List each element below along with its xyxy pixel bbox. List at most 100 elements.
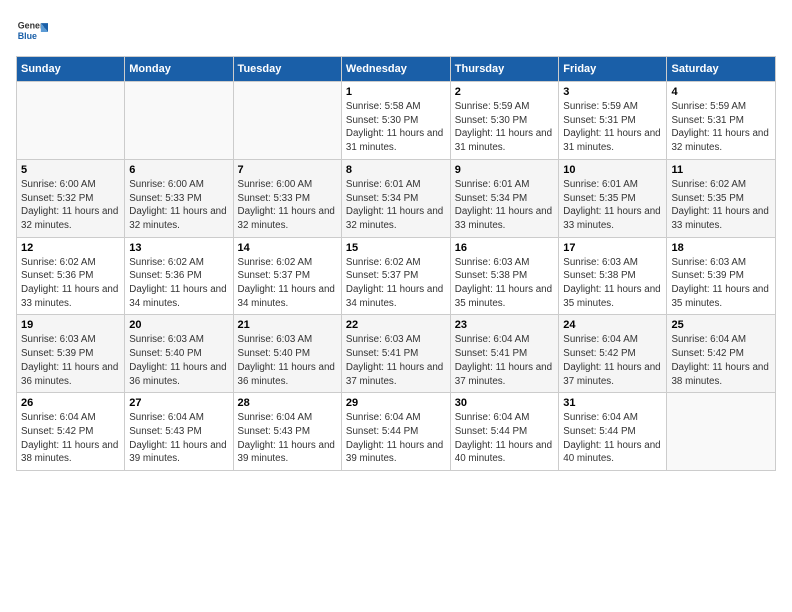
day-info: Sunrise: 6:02 AM Sunset: 5:35 PM Dayligh… xyxy=(671,178,771,233)
calendar-cell: 24 Sunrise: 6:04 AM Sunset: 5:42 PM Dayli… xyxy=(559,315,667,393)
calendar-cell: 2 Sunrise: 5:59 AM Sunset: 5:30 PM Daylig… xyxy=(450,82,559,160)
calendar-week-5: 26 Sunrise: 6:04 AM Sunset: 5:42 PM Dayli… xyxy=(17,393,776,471)
calendar-cell: 28 Sunrise: 6:04 AM Sunset: 5:43 PM Dayli… xyxy=(233,393,341,471)
day-number: 15 xyxy=(346,242,446,254)
day-number: 22 xyxy=(346,319,446,331)
calendar-cell: 25 Sunrise: 6:04 AM Sunset: 5:42 PM Dayli… xyxy=(667,315,776,393)
day-info: Sunrise: 6:01 AM Sunset: 5:34 PM Dayligh… xyxy=(346,178,446,233)
page-header: General Blue xyxy=(16,16,776,48)
day-info: Sunrise: 6:03 AM Sunset: 5:38 PM Dayligh… xyxy=(455,256,555,311)
day-info: Sunrise: 6:00 AM Sunset: 5:33 PM Dayligh… xyxy=(129,178,228,233)
calendar-cell: 19Sunrise: 6:03 AM Sunset: 5:39 PM Dayli… xyxy=(17,315,125,393)
day-info: Sunrise: 6:04 AM Sunset: 5:44 PM Dayligh… xyxy=(455,411,555,466)
weekday-header-wednesday: Wednesday xyxy=(341,57,450,82)
day-info: Sunrise: 6:01 AM Sunset: 5:35 PM Dayligh… xyxy=(563,178,662,233)
calendar-week-2: 5Sunrise: 6:00 AM Sunset: 5:32 PM Daylig… xyxy=(17,159,776,237)
day-number: 14 xyxy=(238,242,337,254)
calendar-cell: 17Sunrise: 6:03 AM Sunset: 5:38 PM Dayli… xyxy=(559,237,667,315)
day-info: Sunrise: 6:02 AM Sunset: 5:37 PM Dayligh… xyxy=(238,256,337,311)
day-number: 28 xyxy=(238,397,337,409)
weekday-header-thursday: Thursday xyxy=(450,57,559,82)
day-info: Sunrise: 6:04 AM Sunset: 5:44 PM Dayligh… xyxy=(563,411,662,466)
day-info: Sunrise: 6:02 AM Sunset: 5:36 PM Dayligh… xyxy=(129,256,228,311)
day-number: 31 xyxy=(563,397,662,409)
day-info: Sunrise: 6:04 AM Sunset: 5:42 PM Dayligh… xyxy=(671,333,771,388)
day-info: Sunrise: 6:02 AM Sunset: 5:36 PM Dayligh… xyxy=(21,256,120,311)
day-number: 18 xyxy=(671,242,771,254)
weekday-header-monday: Monday xyxy=(125,57,233,82)
day-info: Sunrise: 6:03 AM Sunset: 5:39 PM Dayligh… xyxy=(671,256,771,311)
day-number: 9 xyxy=(455,164,555,176)
calendar-cell xyxy=(233,82,341,160)
day-info: Sunrise: 5:59 AM Sunset: 5:31 PM Dayligh… xyxy=(563,100,662,155)
day-info: Sunrise: 5:59 AM Sunset: 5:30 PM Dayligh… xyxy=(455,100,555,155)
day-info: Sunrise: 6:04 AM Sunset: 5:43 PM Dayligh… xyxy=(238,411,337,466)
logo: General Blue xyxy=(16,16,48,48)
day-number: 4 xyxy=(671,86,771,98)
calendar-cell: 7 Sunrise: 6:00 AM Sunset: 5:33 PM Daylig… xyxy=(233,159,341,237)
calendar-cell: 21Sunrise: 6:03 AM Sunset: 5:40 PM Dayli… xyxy=(233,315,341,393)
day-number: 29 xyxy=(346,397,446,409)
calendar-cell: 23Sunrise: 6:04 AM Sunset: 5:41 PM Dayli… xyxy=(450,315,559,393)
day-number: 25 xyxy=(671,319,771,331)
day-info: Sunrise: 5:59 AM Sunset: 5:31 PM Dayligh… xyxy=(671,100,771,155)
day-info: Sunrise: 6:01 AM Sunset: 5:34 PM Dayligh… xyxy=(455,178,555,233)
calendar-cell: 16Sunrise: 6:03 AM Sunset: 5:38 PM Dayli… xyxy=(450,237,559,315)
day-number: 11 xyxy=(671,164,771,176)
weekday-header-tuesday: Tuesday xyxy=(233,57,341,82)
calendar-cell: 14 Sunrise: 6:02 AM Sunset: 5:37 PM Dayli… xyxy=(233,237,341,315)
calendar-cell xyxy=(667,393,776,471)
weekday-header-friday: Friday xyxy=(559,57,667,82)
day-number: 20 xyxy=(129,319,228,331)
weekday-header-sunday: Sunday xyxy=(17,57,125,82)
calendar-cell: 30 Sunrise: 6:04 AM Sunset: 5:44 PM Dayli… xyxy=(450,393,559,471)
day-number: 10 xyxy=(563,164,662,176)
calendar-week-3: 12 Sunrise: 6:02 AM Sunset: 5:36 PM Dayli… xyxy=(17,237,776,315)
day-number: 5 xyxy=(21,164,120,176)
calendar-cell xyxy=(125,82,233,160)
calendar-week-4: 19Sunrise: 6:03 AM Sunset: 5:39 PM Dayli… xyxy=(17,315,776,393)
day-info: Sunrise: 6:00 AM Sunset: 5:33 PM Dayligh… xyxy=(238,178,337,233)
day-number: 3 xyxy=(563,86,662,98)
day-number: 7 xyxy=(238,164,337,176)
calendar-cell: 20 Sunrise: 6:03 AM Sunset: 5:40 PM Dayli… xyxy=(125,315,233,393)
day-info: Sunrise: 6:04 AM Sunset: 5:41 PM Dayligh… xyxy=(455,333,555,388)
day-info: Sunrise: 6:04 AM Sunset: 5:43 PM Dayligh… xyxy=(129,411,228,466)
day-number: 26 xyxy=(21,397,120,409)
calendar-cell: 15 Sunrise: 6:02 AM Sunset: 5:37 PM Dayli… xyxy=(341,237,450,315)
day-number: 27 xyxy=(129,397,228,409)
day-info: Sunrise: 6:04 AM Sunset: 5:42 PM Dayligh… xyxy=(563,333,662,388)
day-number: 30 xyxy=(455,397,555,409)
weekday-header-saturday: Saturday xyxy=(667,57,776,82)
day-number: 2 xyxy=(455,86,555,98)
calendar-cell: 29 Sunrise: 6:04 AM Sunset: 5:44 PM Dayli… xyxy=(341,393,450,471)
day-number: 24 xyxy=(563,319,662,331)
calendar-cell: 6 Sunrise: 6:00 AM Sunset: 5:33 PM Daylig… xyxy=(125,159,233,237)
day-info: Sunrise: 6:04 AM Sunset: 5:42 PM Dayligh… xyxy=(21,411,120,466)
day-info: Sunrise: 6:02 AM Sunset: 5:37 PM Dayligh… xyxy=(346,256,446,311)
day-number: 12 xyxy=(21,242,120,254)
day-number: 13 xyxy=(129,242,228,254)
day-number: 1 xyxy=(346,86,446,98)
calendar-cell: 18 Sunrise: 6:03 AM Sunset: 5:39 PM Dayli… xyxy=(667,237,776,315)
svg-text:Blue: Blue xyxy=(18,31,37,41)
day-number: 6 xyxy=(129,164,228,176)
calendar-cell: 5Sunrise: 6:00 AM Sunset: 5:32 PM Daylig… xyxy=(17,159,125,237)
calendar-cell: 10 Sunrise: 6:01 AM Sunset: 5:35 PM Dayli… xyxy=(559,159,667,237)
calendar-cell: 31 Sunrise: 6:04 AM Sunset: 5:44 PM Dayli… xyxy=(559,393,667,471)
day-info: Sunrise: 6:03 AM Sunset: 5:39 PM Dayligh… xyxy=(21,333,120,388)
day-info: Sunrise: 6:04 AM Sunset: 5:44 PM Dayligh… xyxy=(346,411,446,466)
day-info: Sunrise: 6:03 AM Sunset: 5:40 PM Dayligh… xyxy=(129,333,228,388)
calendar-cell: 22 Sunrise: 6:03 AM Sunset: 5:41 PM Dayli… xyxy=(341,315,450,393)
calendar-table: SundayMondayTuesdayWednesdayThursdayFrid… xyxy=(16,56,776,471)
day-info: Sunrise: 6:03 AM Sunset: 5:41 PM Dayligh… xyxy=(346,333,446,388)
logo-icon: General Blue xyxy=(16,16,48,48)
day-number: 8 xyxy=(346,164,446,176)
calendar-cell: 27 Sunrise: 6:04 AM Sunset: 5:43 PM Dayli… xyxy=(125,393,233,471)
calendar-cell xyxy=(17,82,125,160)
calendar-cell: 1Sunrise: 5:58 AM Sunset: 5:30 PM Daylig… xyxy=(341,82,450,160)
calendar-cell: 8 Sunrise: 6:01 AM Sunset: 5:34 PM Daylig… xyxy=(341,159,450,237)
day-info: Sunrise: 6:03 AM Sunset: 5:38 PM Dayligh… xyxy=(563,256,662,311)
calendar-cell: 26 Sunrise: 6:04 AM Sunset: 5:42 PM Dayli… xyxy=(17,393,125,471)
calendar-cell: 4 Sunrise: 5:59 AM Sunset: 5:31 PM Daylig… xyxy=(667,82,776,160)
